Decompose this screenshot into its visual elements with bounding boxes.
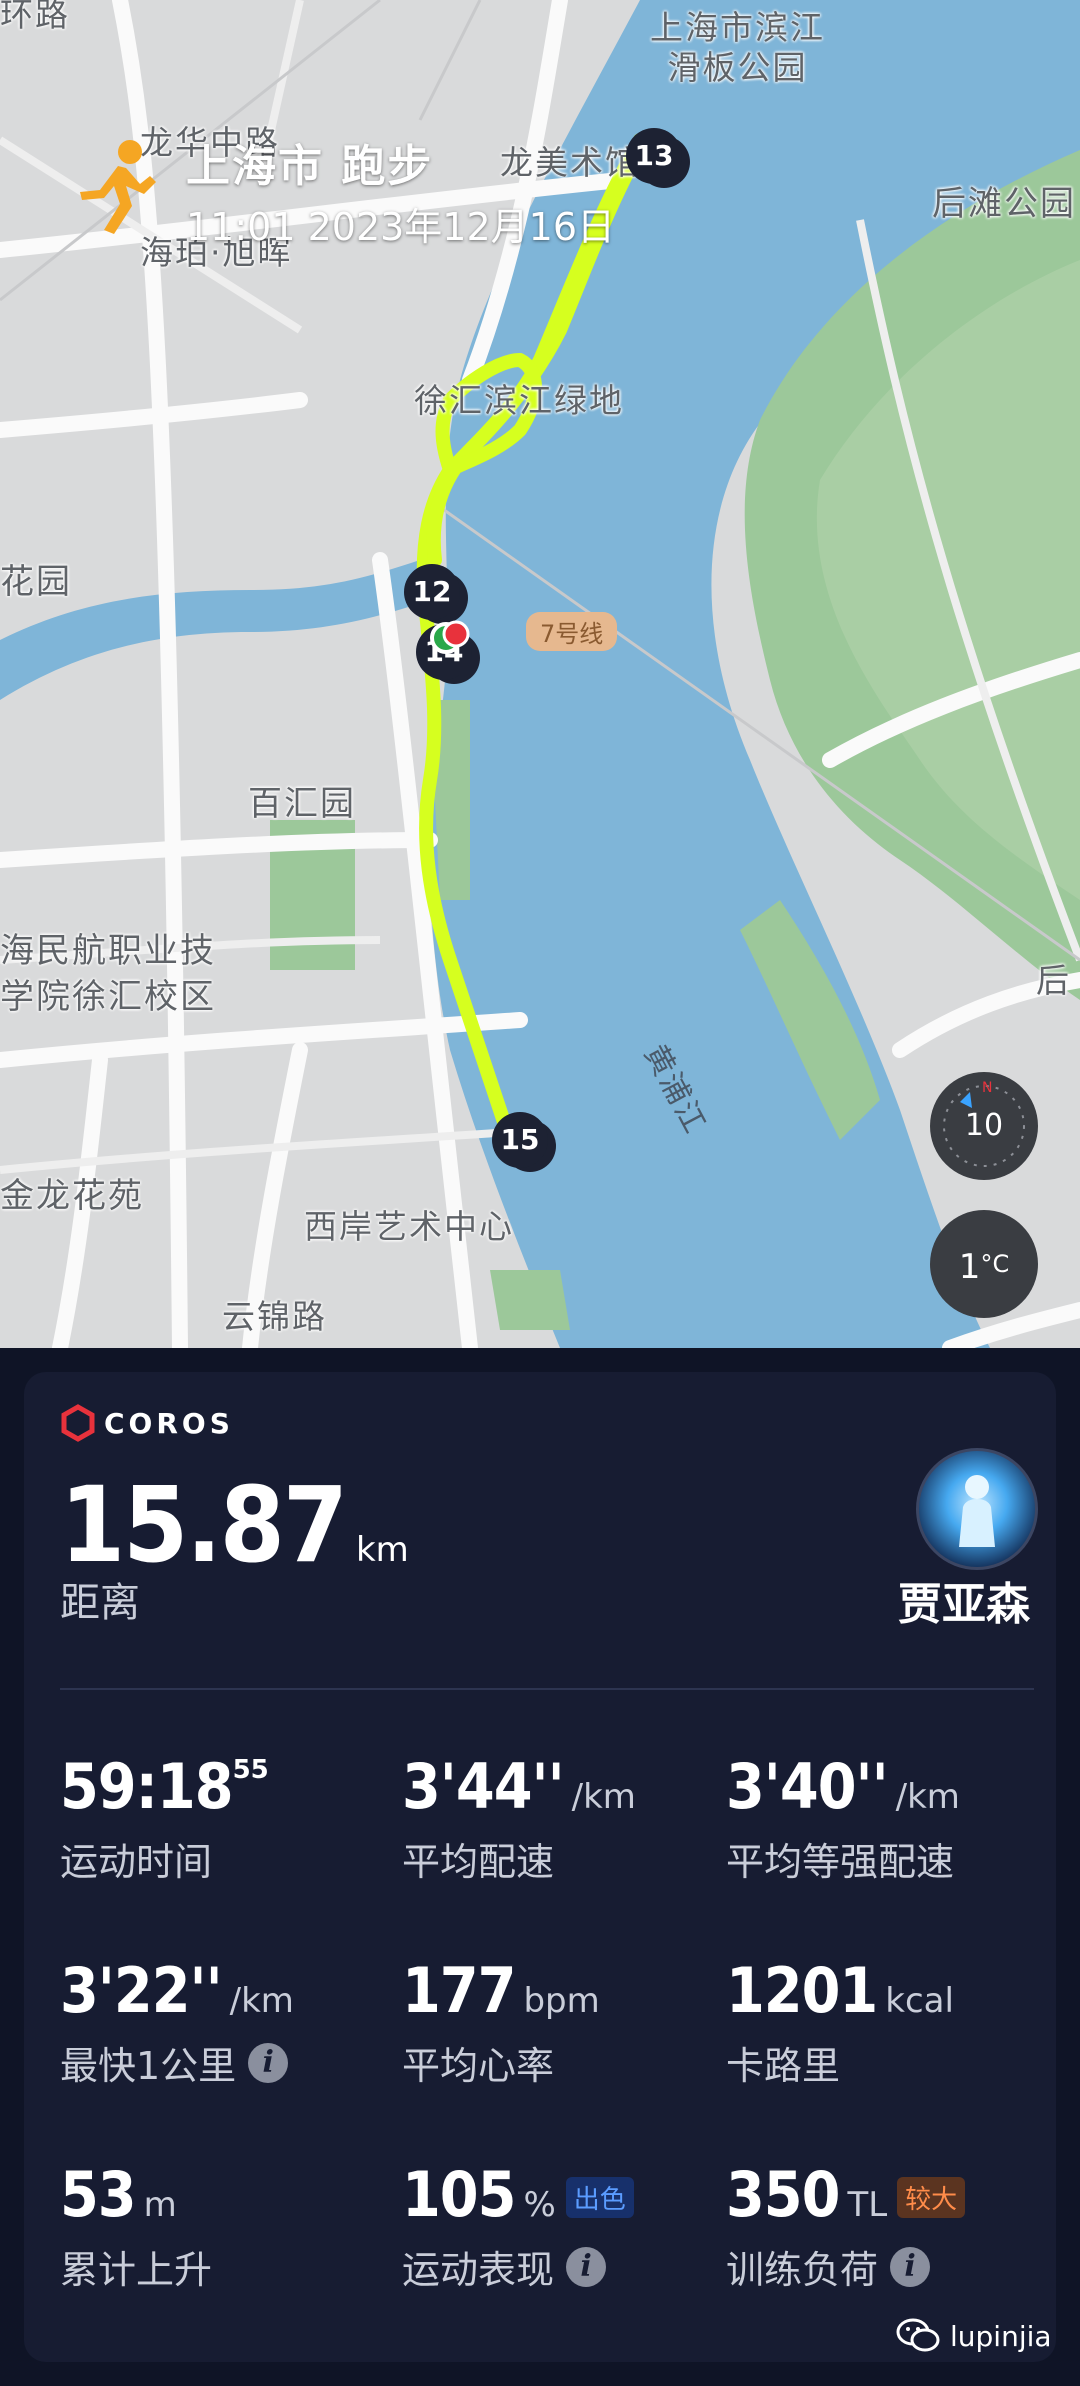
performance-tag: 出色 (565, 2177, 634, 2218)
wechat-icon (896, 2318, 940, 2352)
stat-value: 177 (402, 1954, 516, 2027)
stat-value: 3'40'' (726, 1750, 889, 1823)
stat-value-sup: 55 (232, 1755, 269, 1785)
distance-label: 距离 (60, 1580, 140, 1626)
map-label-garden: 花园 (0, 562, 72, 602)
km-marker-12[interactable]: 12 (404, 564, 460, 620)
distance-block: 15.87 km (60, 1464, 409, 1586)
km-marker-13[interactable]: 13 (626, 128, 682, 184)
compass-value: 10 (964, 1108, 1004, 1143)
stat-value: 105 (402, 2158, 516, 2231)
stat-value: 1201 (726, 1954, 878, 2027)
map-label-top-left: 环路 (0, 0, 70, 34)
stat-value: 3'44'' (402, 1750, 565, 1823)
stat-value: 3'22'' (60, 1954, 223, 2027)
stat-unit: TL (847, 2185, 888, 2225)
coros-logo: COROS (60, 1404, 234, 1442)
temperature-unit: °C (980, 1250, 1010, 1278)
map-label-xuhui-greenland: 徐汇滨江绿地 (414, 381, 624, 420)
watermark-text: lupinjia (950, 2319, 1052, 2353)
stat-label: 平均心率 (402, 2044, 555, 2088)
stat-unit: bpm (523, 1981, 600, 2021)
stat-unit: m (143, 2185, 177, 2225)
activity-time: 11:01 2023年12月16日 (186, 205, 616, 249)
stat-unit: /km (571, 1777, 636, 1817)
stat-label: 累计上升 (60, 2248, 213, 2292)
svg-text:N: N (982, 1080, 992, 1096)
map-label-yunjin-rd: 云锦路 (222, 1297, 327, 1336)
runner-icon (60, 130, 170, 244)
divider (60, 1688, 1034, 1690)
stat-value: 350 (726, 2158, 840, 2231)
stat-value: 53 (60, 2158, 137, 2231)
start-flag-icon (430, 618, 470, 658)
stat-avg-heart-rate: 177 bpm 平均心率 (402, 1954, 722, 2090)
stat-unit: /km (895, 1777, 960, 1817)
avatar[interactable] (916, 1448, 1038, 1570)
map-label-college: 海民航职业技 学院徐汇校区 (0, 931, 216, 1017)
stat-value: 59:18 (60, 1750, 234, 1823)
stat-label: 运动时间 (60, 1840, 213, 1884)
distance-value: 15.87 (60, 1464, 348, 1586)
map-label-baihuiyuan: 百汇园 (248, 784, 356, 824)
stat-performance: 105% 出色 运动表现 i (402, 2158, 722, 2294)
wechat-watermark: lupinjia (896, 2318, 1052, 2354)
training-load-tag: 较大 (897, 2177, 966, 2218)
username: 贾亚森 (898, 1579, 1030, 1630)
map-label-houtan-park: 后滩公园 (932, 184, 1076, 224)
info-icon[interactable]: i (566, 2246, 607, 2287)
stat-label: 卡路里 (726, 2044, 841, 2088)
info-icon[interactable]: i (248, 2042, 289, 2083)
temperature-value: 1 (958, 1247, 981, 1287)
brand-name: COROS (104, 1406, 234, 1440)
distance-unit: km (355, 1530, 409, 1570)
stat-label: 最快1公里 (60, 2044, 237, 2088)
metro-line-badge: 7号线 (526, 612, 618, 651)
stat-label: 平均配速 (402, 1840, 555, 1884)
stat-avg-grade-pace: 3'40''/km 平均等强配速 (726, 1750, 1046, 1886)
stat-label: 平均等强配速 (726, 1840, 955, 1884)
stat-calories: 1201 kcal 卡路里 (726, 1954, 1046, 2090)
stats-card: COROS 15.87 km 距离 贾亚森 59:1855 运动时间 3'44''… (24, 1372, 1056, 2362)
stat-fastest-km: 3'22''/km 最快1公里 i (60, 1954, 380, 2090)
coros-hex-icon (61, 1404, 95, 1442)
stat-elevation-gain: 53 m 累计上升 (60, 2158, 380, 2294)
stat-unit: % (523, 2185, 556, 2225)
stat-unit: /km (229, 1981, 294, 2021)
temperature-badge: 1°C (930, 1210, 1038, 1318)
compass-button[interactable]: N 10 (930, 1072, 1038, 1180)
stat-label: 运动表现 (402, 2248, 555, 2292)
stat-unit: kcal (885, 1981, 954, 2021)
map-label-right: 后 (1036, 961, 1071, 1000)
stat-training-load: 350 TL 较大 训练负荷 i (726, 2158, 1046, 2294)
stat-duration: 59:1855 运动时间 (60, 1750, 380, 1886)
stat-label: 训练负荷 (726, 2248, 879, 2292)
map-label-art-museum: 龙美术馆 (500, 143, 640, 182)
info-icon[interactable]: i (890, 2246, 931, 2287)
stat-avg-pace: 3'44''/km 平均配速 (402, 1750, 722, 1886)
map-label-westbank: 西岸艺术中心 (304, 1207, 514, 1246)
avatar-figure-icon (959, 1475, 995, 1547)
km-marker-15[interactable]: 15 (492, 1112, 548, 1168)
activity-title: 上海市 跑步 (186, 141, 434, 192)
route-map[interactable]: 环路 上海市滨江 滑板公园 龙华中路 龙美术馆 海珀·旭晖 后滩公园 徐汇滨江绿… (0, 0, 1080, 1348)
map-label-skate-park: 上海市滨江 滑板公园 (650, 8, 825, 87)
map-label-jinlong: 金龙花苑 (0, 1176, 144, 1216)
